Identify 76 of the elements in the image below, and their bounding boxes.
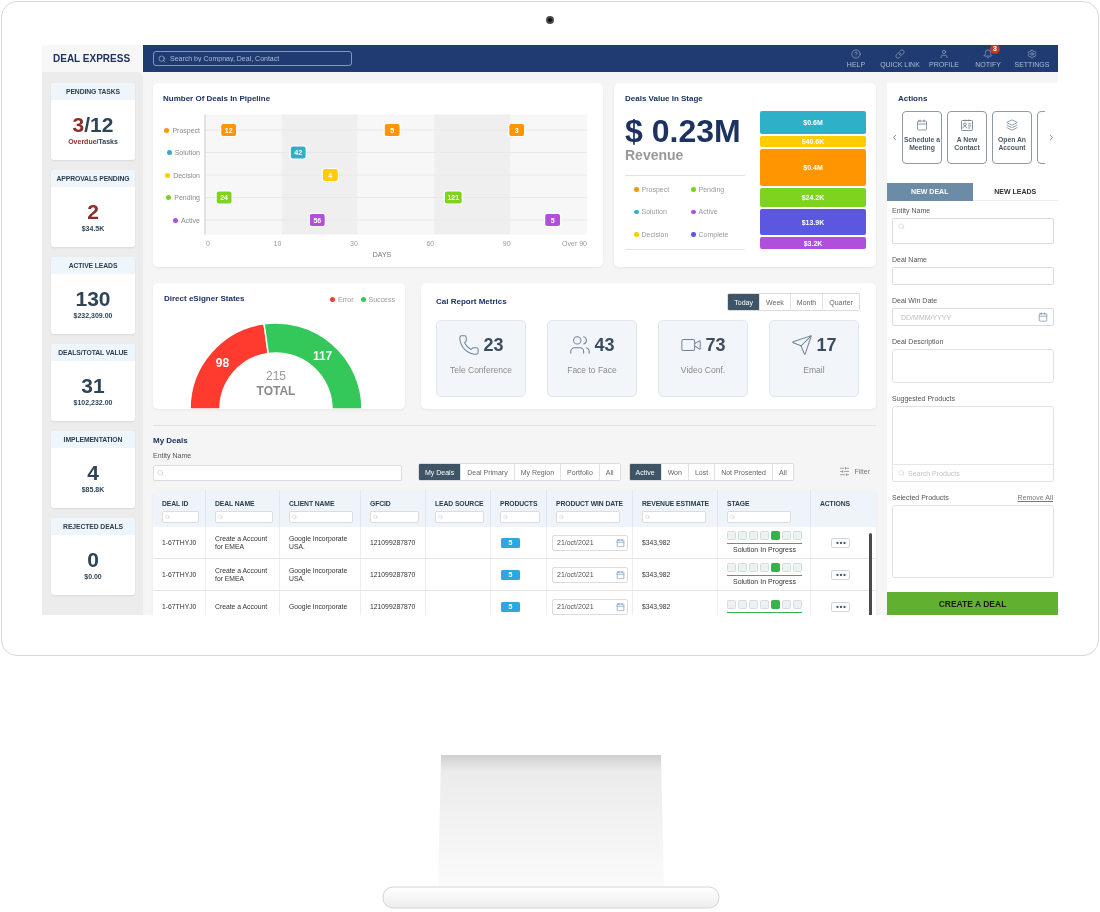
chevron-right-icon [1047, 133, 1056, 142]
metric-label: Video Conf. [680, 365, 726, 375]
metric-label: Face to Face [567, 365, 617, 375]
metric-value: 43 [594, 334, 615, 356]
metric-value: 17 [816, 334, 837, 356]
scrollbar[interactable] [869, 533, 872, 615]
stat-value: 4 [87, 462, 99, 483]
people-icon [569, 334, 592, 356]
search-icon [218, 514, 223, 520]
text-field[interactable] [892, 267, 1054, 285]
column-filter-field[interactable] [642, 511, 706, 523]
calendar-icon [616, 602, 625, 611]
sliders-icon [839, 466, 851, 477]
row-actions-button[interactable] [831, 569, 850, 580]
search-field[interactable] [153, 465, 402, 481]
metric-value: 73 [705, 334, 726, 356]
card-title: Direct eSigner States [164, 294, 245, 304]
bell-icon [983, 48, 993, 59]
text-area[interactable] [892, 349, 1054, 383]
task-ratio: 3/12 [72, 114, 114, 135]
section-title: My Deals [153, 436, 189, 446]
settings-icon [1027, 48, 1037, 59]
contact-card-icon [961, 119, 973, 131]
card-title: Deals Value In Stage [625, 94, 704, 104]
search-icon [438, 514, 443, 520]
row-actions-button[interactable] [831, 601, 850, 612]
paper-plane-icon [791, 334, 814, 356]
search-icon [292, 514, 297, 520]
metric-label: Tele Conference [450, 365, 512, 375]
calendar-icon [916, 119, 928, 131]
total-value: 215 [266, 369, 286, 383]
search-icon [730, 514, 735, 520]
column-filter-field[interactable] [500, 511, 540, 523]
slice-value-label: 117 [312, 348, 333, 363]
chevron-left-icon [890, 133, 899, 142]
create-deal-button[interactable]: CREATE A DEAL [887, 592, 1058, 615]
phone-icon [458, 334, 481, 356]
column-filter-field[interactable] [727, 511, 791, 523]
search-icon [898, 223, 905, 230]
column-filter-field[interactable] [289, 511, 353, 523]
slice-value-label: 98 [215, 355, 230, 370]
calendar-icon [616, 538, 625, 547]
column-filter-field[interactable] [215, 511, 273, 523]
metric-value: 23 [483, 334, 504, 356]
card-title: Cal Report Metrics [436, 297, 507, 307]
revenue-label: Revenue [625, 147, 685, 163]
metric-label: Email [803, 365, 825, 375]
calendar-icon [616, 570, 625, 579]
calendar-icon [1038, 312, 1048, 322]
search-icon [157, 469, 164, 477]
search-icon [165, 514, 170, 520]
search-field[interactable] [892, 218, 1054, 244]
help-icon [851, 48, 861, 59]
search-icon [898, 469, 905, 476]
column-filter-field[interactable] [435, 511, 484, 523]
column-filter-field[interactable] [370, 511, 419, 523]
search-icon [158, 54, 166, 63]
column-filter-field[interactable] [162, 511, 199, 523]
total-label: TOTAL [256, 384, 296, 398]
stat-value: 31 [81, 375, 105, 396]
stat-value: 2 [87, 201, 99, 222]
stat-value: 0 [87, 549, 99, 570]
user-icon [939, 48, 949, 59]
search-icon [503, 514, 508, 520]
webcam-icon [546, 16, 554, 24]
row-actions-button[interactable] [831, 537, 850, 548]
revenue-value: $ 0.23M [625, 115, 742, 147]
stat-value: 130 [75, 288, 111, 309]
card-title: Number Of Deals In Pipeline [163, 94, 272, 104]
column-filter-field[interactable] [556, 511, 620, 523]
panel-title: Actions [898, 94, 929, 104]
link-icon [895, 48, 905, 59]
search-icon [645, 514, 650, 520]
layers-icon [1006, 119, 1018, 131]
search-icon [373, 514, 378, 520]
search-icon [559, 514, 564, 520]
